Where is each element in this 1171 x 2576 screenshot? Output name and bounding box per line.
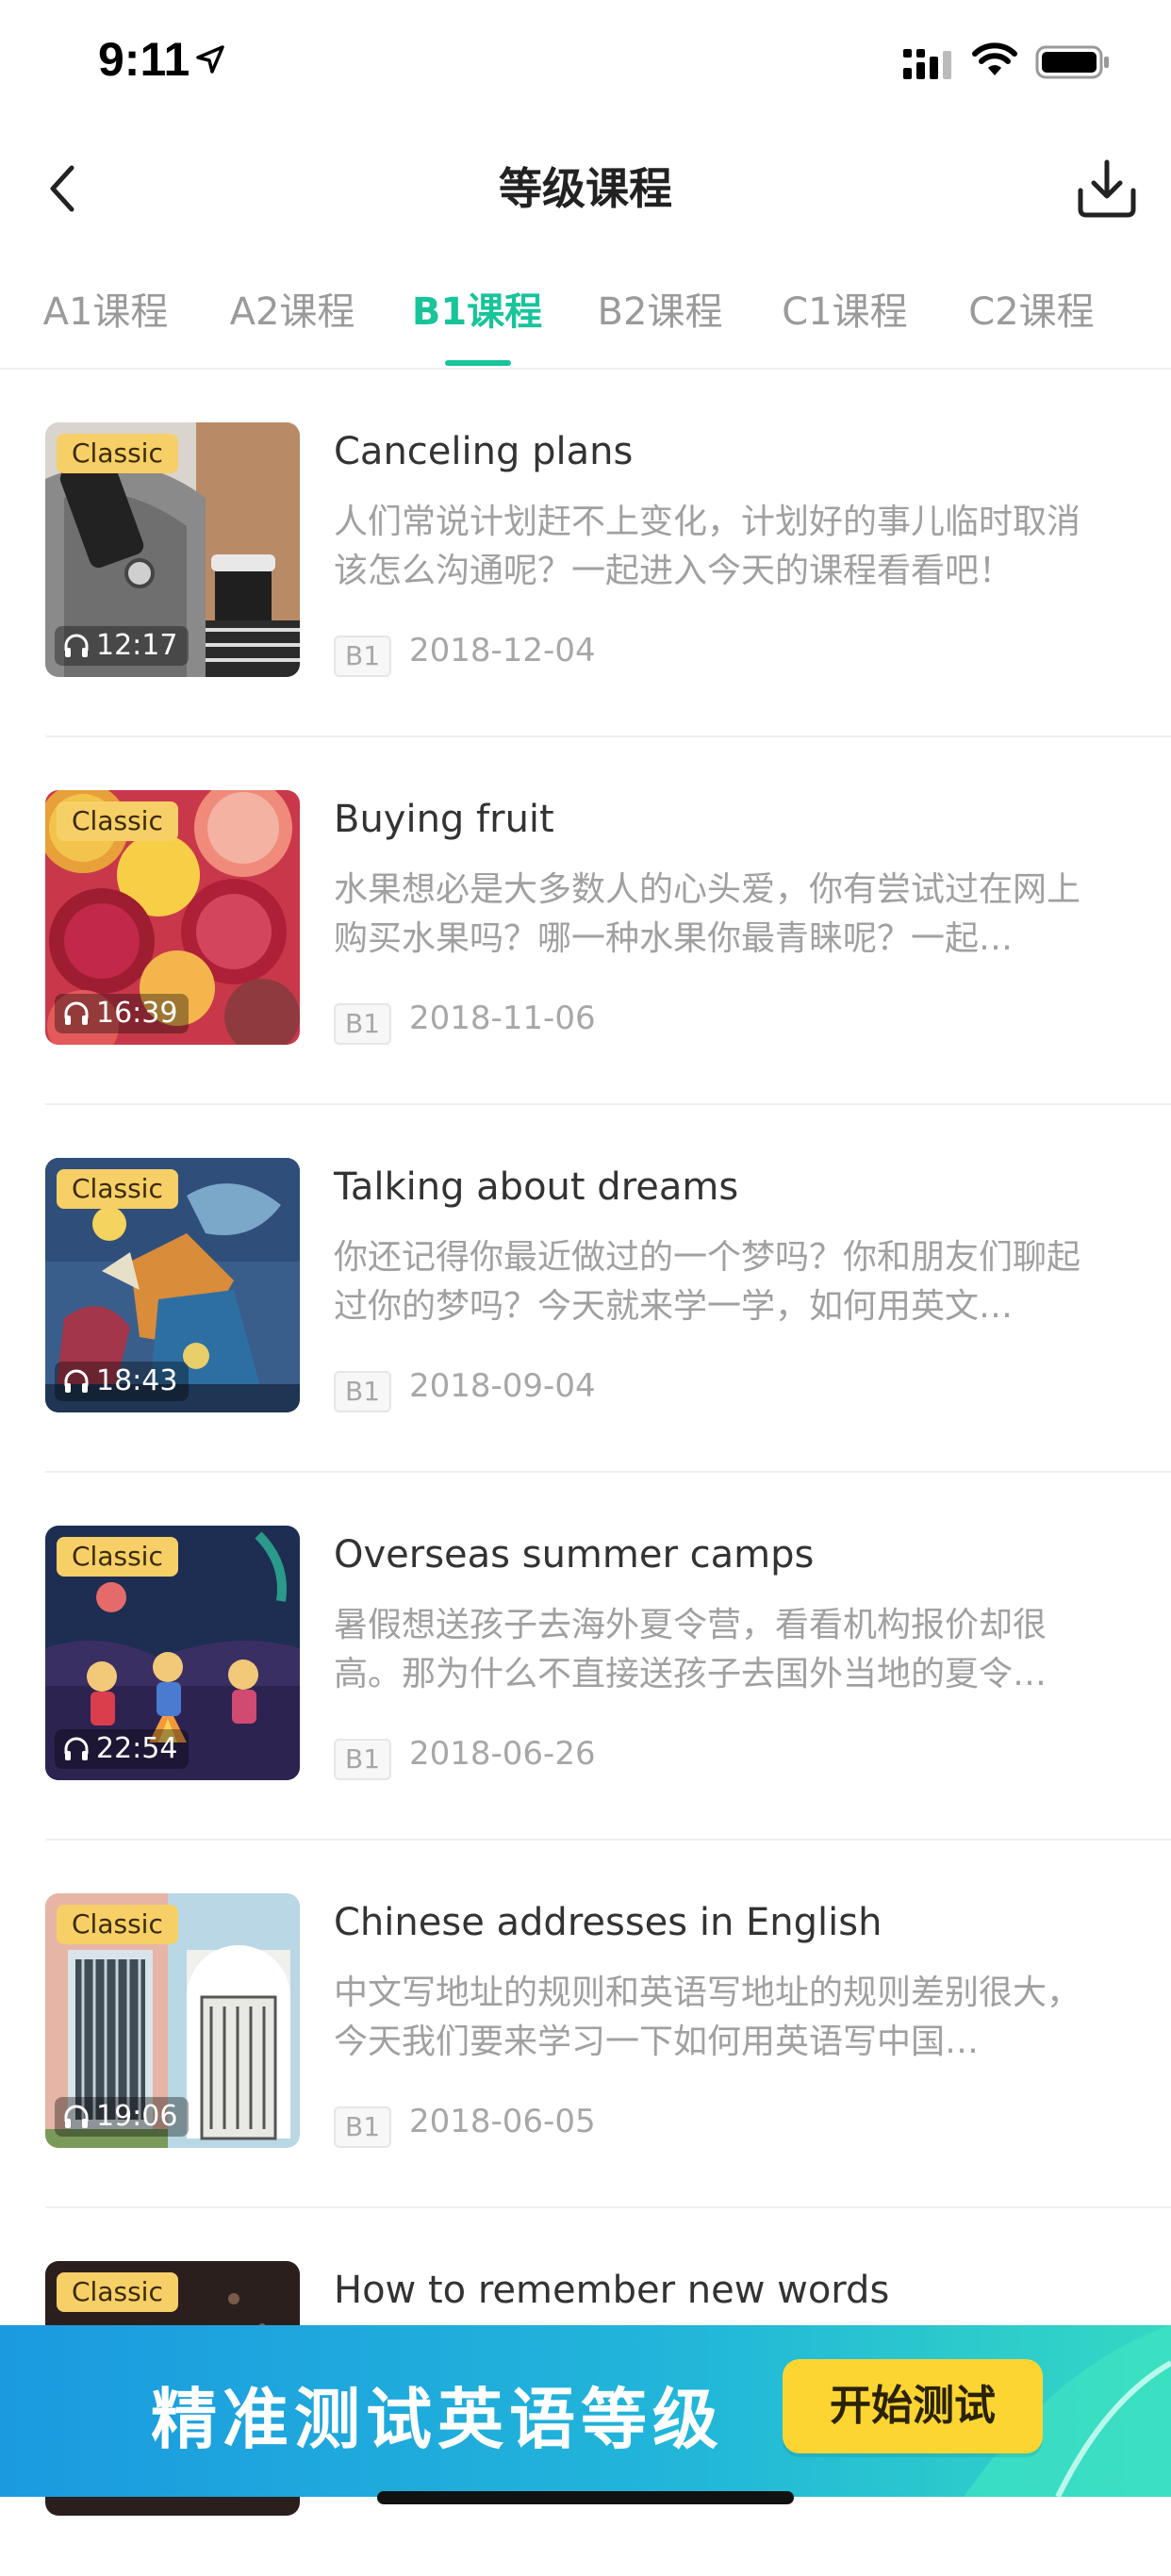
course-item[interactable]: Classic 16:39 Buying fruit 水果想必是大多数人的心头爱…	[0, 737, 1171, 1105]
course-title: Buying fruit	[334, 798, 554, 841]
course-item[interactable]: Classic 22:54 Overseas summer camps 暑假想送…	[0, 1473, 1171, 1841]
level-tag: B1	[334, 636, 392, 677]
level-test-banner[interactable]: 精准测试英语等级 开始测试	[0, 2325, 1171, 2497]
classic-badge: Classic	[57, 1905, 178, 1944]
course-title: Canceling plans	[334, 430, 634, 473]
tab-b1[interactable]: B1课程	[412, 281, 542, 336]
course-item[interactable]: Classic 12:17 Canceling plans 人们常说计划赶不上变…	[0, 370, 1171, 737]
banner-headline: 精准测试英语等级	[151, 2381, 724, 2458]
course-description: 中文写地址的规则和英语写地址的规则差别很大，今天我们要来学习一下如何用英语写中国…	[334, 1973, 1081, 2061]
duration-text: 12:17	[96, 629, 178, 662]
course-title: How to remember new words	[334, 2269, 890, 2312]
course-date: 2018-11-06	[409, 999, 596, 1037]
course-description: 水果想必是大多数人的心头爱，你有尝试过在网上购买水果吗？哪一种水果你最青睐呢？一…	[334, 870, 1081, 958]
classic-badge: Classic	[57, 434, 178, 473]
headphones-icon	[64, 1001, 89, 1025]
status-time: 9:11	[98, 33, 190, 86]
course-thumbnail: Classic 16:39	[45, 790, 300, 1045]
course-thumbnail: Classic 18:43	[45, 1158, 300, 1412]
course-description: 暑假想送孩子去海外夏令营，看看机构报价却很高。那为什么不直接送孩子去国外当地的夏…	[334, 1606, 1047, 1693]
duration-text: 18:43	[96, 1364, 178, 1397]
duration-label: 22:54	[55, 1729, 190, 1769]
course-title: Overseas summer camps	[334, 1533, 815, 1577]
home-indicator	[377, 2491, 794, 2504]
tab-c2[interactable]: C2课程	[968, 281, 1094, 336]
course-date: 2018-06-05	[409, 2103, 596, 2140]
tab-a2[interactable]: A2课程	[230, 281, 355, 336]
duration-text: 22:54	[96, 1732, 178, 1765]
course-date: 2018-12-04	[409, 632, 596, 669]
course-title: Chinese addresses in English	[334, 1901, 882, 1944]
download-icon[interactable]	[1073, 155, 1141, 223]
headphones-icon	[64, 1369, 89, 1393]
course-thumbnail: Classic 19:06	[45, 1893, 300, 2148]
classic-badge: Classic	[57, 801, 178, 841]
course-date: 2018-06-26	[409, 1735, 596, 1773]
course-list: Classic 12:17 Canceling plans 人们常说计划赶不上变…	[0, 370, 1171, 2576]
page-title: 等级课程	[499, 163, 672, 214]
tab-a1[interactable]: A1课程	[43, 281, 169, 336]
level-tag: B1	[334, 2106, 392, 2148]
nav-bar: 等级课程	[0, 141, 1171, 236]
course-item[interactable]: Classic 19:06 Chinese addresses in Engli…	[0, 1841, 1171, 2208]
classic-badge: Classic	[57, 1537, 178, 1577]
cellular-signal-icon	[903, 49, 951, 79]
tab-c1[interactable]: C1课程	[782, 281, 907, 336]
duration-text: 19:06	[96, 2100, 178, 2133]
classic-badge: Classic	[57, 2272, 178, 2312]
battery-icon	[1035, 45, 1109, 79]
duration-label: 12:17	[55, 626, 190, 666]
headphones-icon	[64, 2105, 89, 2128]
duration-label: 19:06	[55, 2097, 190, 2137]
level-tag: B1	[334, 1003, 392, 1045]
wifi-icon	[972, 42, 1017, 75]
duration-label: 16:39	[55, 994, 190, 1033]
course-item[interactable]: Classic 18:43 Talking about dreams 你还记得你…	[0, 1105, 1171, 1473]
duration-label: 18:43	[55, 1362, 190, 1401]
course-thumbnail: Classic 12:17	[45, 422, 300, 677]
level-tag: B1	[334, 1371, 392, 1412]
headphones-icon	[64, 1737, 89, 1760]
active-tab-indicator	[445, 360, 511, 366]
classic-badge: Classic	[57, 1169, 178, 1209]
headphones-icon	[64, 634, 89, 657]
level-tag: B1	[334, 1739, 392, 1780]
course-title: Talking about dreams	[334, 1165, 739, 1209]
level-tabs: A1课程 A2课程 B1课程 B2课程 C1课程 C2课程	[0, 273, 1171, 370]
duration-text: 16:39	[96, 997, 178, 1030]
status-bar: 9:11	[0, 0, 1171, 123]
start-test-button[interactable]: 开始测试	[783, 2359, 1043, 2453]
location-arrow-icon	[196, 45, 224, 74]
course-description: 你还记得你最近做过的一个梦吗？你和朋友们聊起过你的梦吗？今天就来学一学，如何用英…	[334, 1238, 1081, 1326]
course-thumbnail: Classic 22:54	[45, 1526, 300, 1780]
tab-b2[interactable]: B2课程	[598, 281, 723, 336]
course-description: 人们常说计划赶不上变化，计划好的事儿临时取消该怎么沟通呢？一起进入今天的课程看看…	[334, 503, 1081, 590]
course-date: 2018-09-04	[409, 1367, 596, 1405]
